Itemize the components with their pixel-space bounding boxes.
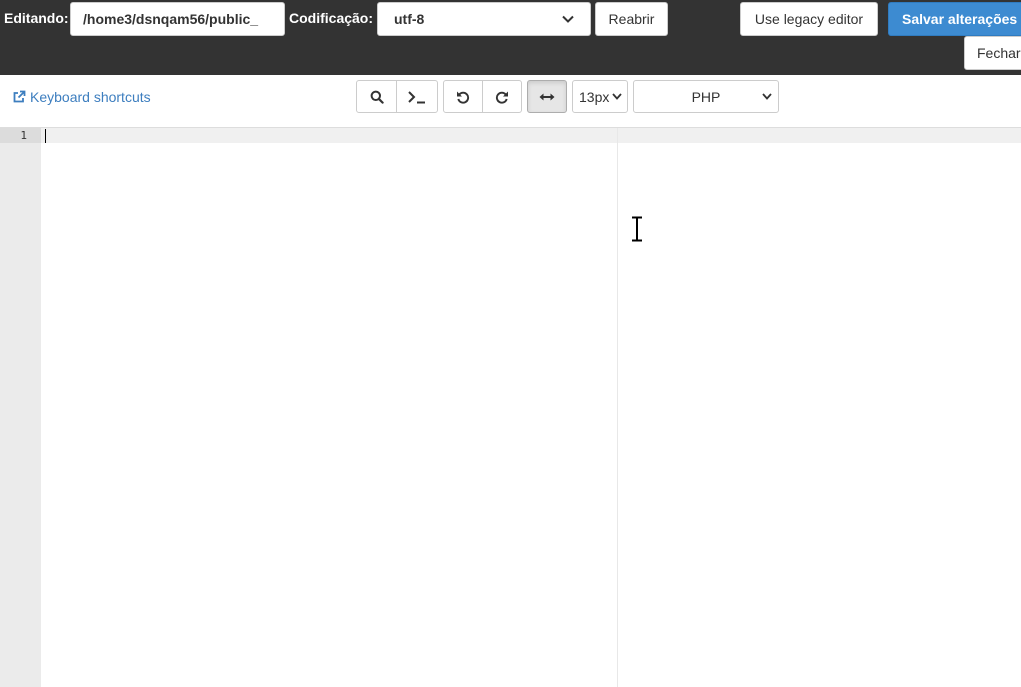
chevron-down-icon	[562, 15, 574, 23]
code-editor[interactable]	[41, 128, 1021, 687]
mode-select[interactable]: PHP	[633, 80, 779, 113]
font-size-value: 13px	[579, 88, 610, 105]
chevron-down-icon	[762, 93, 772, 100]
keyboard-shortcuts-label: Keyboard shortcuts	[30, 89, 151, 105]
save-button[interactable]: Salvar alterações	[888, 2, 1021, 36]
chevron-down-icon	[612, 93, 623, 100]
wrap-icon	[539, 93, 555, 100]
reopen-button[interactable]: Reabrir	[595, 2, 668, 36]
close-button[interactable]: Fechar	[964, 36, 1021, 70]
font-size-select[interactable]: 13px	[572, 80, 628, 113]
search-icon	[370, 90, 384, 104]
print-margin	[617, 128, 618, 687]
line-number: 1	[20, 129, 27, 142]
line-number-gutter: 1	[0, 128, 41, 687]
editor-toolbar: Keyboard shortcuts 13px PHP	[0, 75, 1021, 128]
redo-button[interactable]	[482, 80, 522, 113]
external-link-icon	[13, 90, 26, 103]
search-button[interactable]	[356, 80, 397, 113]
undo-button[interactable]	[443, 80, 483, 113]
editor-header: Editando: Codificação: utf-8 Reabrir Use…	[0, 0, 1021, 75]
mode-value: PHP	[691, 88, 721, 105]
active-line-highlight	[41, 128, 1021, 143]
keyboard-shortcuts-link[interactable]: Keyboard shortcuts	[12, 89, 151, 105]
encoding-select[interactable]: utf-8	[377, 2, 591, 36]
encoding-value: utf-8	[394, 11, 425, 27]
editing-label: Editando:	[4, 10, 69, 26]
text-caret	[45, 129, 46, 143]
word-wrap-toggle[interactable]	[527, 80, 567, 113]
undo-icon	[457, 91, 470, 104]
goto-line-button[interactable]	[396, 80, 438, 113]
encoding-label: Codificação:	[289, 10, 374, 26]
file-path-input[interactable]	[70, 2, 285, 36]
redo-icon	[495, 91, 508, 104]
legacy-editor-button[interactable]: Use legacy editor	[740, 2, 878, 36]
terminal-icon	[408, 90, 425, 103]
text-cursor-icon	[632, 216, 642, 242]
